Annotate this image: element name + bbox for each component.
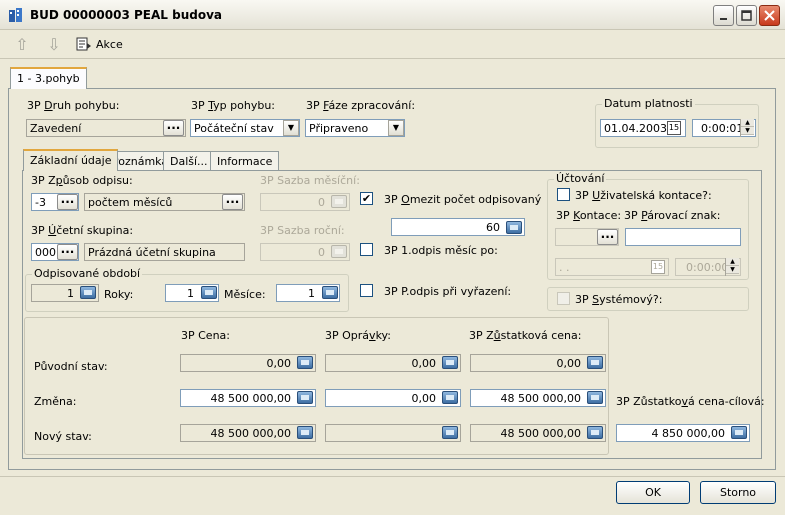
cilova-label: 3P Zůstatková cena-cílová: xyxy=(616,395,765,408)
sazba-rocni-label: 3P Sazba roční: xyxy=(260,224,345,237)
calculator-icon[interactable] xyxy=(506,221,522,234)
uctovani-group-title: Účtování xyxy=(554,172,607,185)
parovaci-label: 3P Párovací znak: xyxy=(624,209,721,222)
sazba-mesicni-label: 3P Sazba měsíční: xyxy=(260,174,360,187)
storno-button[interactable]: Storno xyxy=(700,481,776,504)
omezit-checkbox[interactable]: ✔ xyxy=(360,192,373,205)
kontace-browse[interactable]: ... xyxy=(597,228,618,245)
zpusob-label: 3P Způsob odpisu: xyxy=(31,174,133,187)
datum-group-title: Datum platnosti xyxy=(602,97,695,110)
calculator-icon[interactable] xyxy=(587,426,603,439)
arrow-down-icon[interactable]: ⇩ xyxy=(44,36,64,54)
tab-informace[interactable]: Informace xyxy=(210,151,280,171)
uzivatelska-label: 3P Uživatelská kontace?: xyxy=(575,189,712,202)
col-zustatkova-label: 3P Zůstatková cena: xyxy=(469,329,582,342)
omezit-label: 3P Omezit počet odpisovaný xyxy=(384,193,542,206)
omezit-value-field[interactable]: 60 xyxy=(391,218,525,236)
maximize-icon xyxy=(741,10,752,21)
calculator-icon[interactable] xyxy=(442,426,458,439)
calculator-icon[interactable] xyxy=(587,391,603,404)
puvodni-opravky-field[interactable]: 0,00 xyxy=(325,354,461,372)
systemovy-label: 3P Systémový?: xyxy=(575,293,663,306)
calculator-icon[interactable] xyxy=(442,391,458,404)
maximize-button[interactable] xyxy=(736,5,757,26)
footer-divider xyxy=(0,476,785,477)
minimize-icon xyxy=(719,17,727,20)
toolbar: ⇧ ⇩ Akce xyxy=(0,31,785,59)
calculator-icon[interactable] xyxy=(297,426,313,439)
row-puvodni-label: Původní stav: xyxy=(34,360,108,373)
mesice-label: Měsíce: xyxy=(224,288,266,301)
obdobi-group-title: Odpisované období xyxy=(32,267,143,280)
zpusob-code-browse[interactable]: ... xyxy=(57,193,78,210)
actions-button[interactable]: Akce xyxy=(76,36,136,54)
tab-pohyb[interactable]: 1 - 3.pohyb xyxy=(10,67,87,89)
zpusob-field[interactable]: počtem měsíců xyxy=(84,193,245,211)
novy-opravky-field[interactable] xyxy=(325,424,461,442)
kontace-label: 3P Kontace: xyxy=(556,209,622,222)
novy-cena-field[interactable]: 48 500 000,00 xyxy=(180,424,316,442)
uzivatelska-kontace-checkbox[interactable] xyxy=(557,188,570,201)
time-spinner: ▲ ▼ xyxy=(725,258,739,276)
calculator-icon[interactable] xyxy=(322,286,338,299)
calculator-icon xyxy=(331,195,347,208)
chevron-down-icon[interactable]: ▼ xyxy=(283,120,299,136)
ucetni-label: 3P Účetní skupina: xyxy=(31,224,134,237)
prvni-odpis-checkbox[interactable] xyxy=(360,243,373,256)
window-title: BUD 00000003 PEAL budova xyxy=(30,8,222,22)
time-spinner[interactable]: ▲ ▼ xyxy=(740,119,754,137)
druh-label: 3P Druh pohybu: xyxy=(27,99,120,112)
close-button[interactable] xyxy=(759,5,780,26)
ucetni-field[interactable]: Prázdná účetní skupina xyxy=(84,243,245,261)
calculator-icon[interactable] xyxy=(442,356,458,369)
row-novy-label: Nový stav: xyxy=(34,430,92,443)
puvodni-cena-field[interactable]: 0,00 xyxy=(180,354,316,372)
actions-label: Akce xyxy=(96,38,123,51)
calculator-icon[interactable] xyxy=(731,426,747,439)
p-odpis-checkbox[interactable] xyxy=(360,284,373,297)
zmena-cena-field[interactable]: 48 500 000,00 xyxy=(180,389,316,407)
calculator-icon[interactable] xyxy=(297,356,313,369)
calculator-icon[interactable] xyxy=(297,391,313,404)
col-opravky-label: 3P Oprávky: xyxy=(325,329,391,342)
roky-label: Roky: xyxy=(104,288,134,301)
druh-pohybu-field[interactable]: Zavedení xyxy=(26,119,186,137)
typ-label: 3P Typ pohybu: xyxy=(191,99,275,112)
puvodni-zustatkova-field[interactable]: 0,00 xyxy=(470,354,606,372)
faze-label: 3P Fáze zpracování: xyxy=(306,99,416,112)
actions-icon xyxy=(76,37,91,51)
zmena-opravky-field[interactable]: 0,00 xyxy=(325,389,461,407)
calculator-icon[interactable] xyxy=(201,286,217,299)
tab-zakladni-udaje[interactable]: Základní údaje xyxy=(23,149,119,171)
col-cena-label: 3P Cena: xyxy=(181,329,230,342)
parovaci-field[interactable] xyxy=(625,228,741,246)
calendar-icon[interactable]: 15 xyxy=(667,121,681,135)
calculator-icon[interactable] xyxy=(587,356,603,369)
zpusob-browse[interactable]: ... xyxy=(222,193,243,210)
tab-dalsi[interactable]: Další... xyxy=(163,151,215,171)
app-icon xyxy=(8,7,24,23)
calculator-icon xyxy=(331,245,347,258)
calendar-icon: 15 xyxy=(651,260,665,274)
ok-button[interactable]: OK xyxy=(616,481,690,504)
novy-zustatkova-field[interactable]: 48 500 000,00 xyxy=(470,424,606,442)
close-icon xyxy=(764,10,775,21)
calculator-icon[interactable] xyxy=(80,286,96,299)
zmena-zustatkova-field[interactable]: 48 500 000,00 xyxy=(470,389,606,407)
ucetni-code-browse[interactable]: ... xyxy=(57,243,78,260)
cilova-field[interactable]: 4 850 000,00 xyxy=(616,424,750,442)
minimize-button[interactable] xyxy=(713,5,734,26)
arrow-up-icon[interactable]: ⇧ xyxy=(12,36,32,54)
chevron-down-icon[interactable]: ▼ xyxy=(388,120,404,136)
prvni-odpis-label: 3P 1.odpis měsíc po: xyxy=(384,244,498,257)
p-odpis-label: 3P P.odpis při vyřazení: xyxy=(384,285,512,298)
row-zmena-label: Změna: xyxy=(34,395,77,408)
druh-browse-button[interactable]: ... xyxy=(163,119,184,136)
systemovy-checkbox xyxy=(557,292,570,305)
title-bar: BUD 00000003 PEAL budova xyxy=(0,0,785,30)
